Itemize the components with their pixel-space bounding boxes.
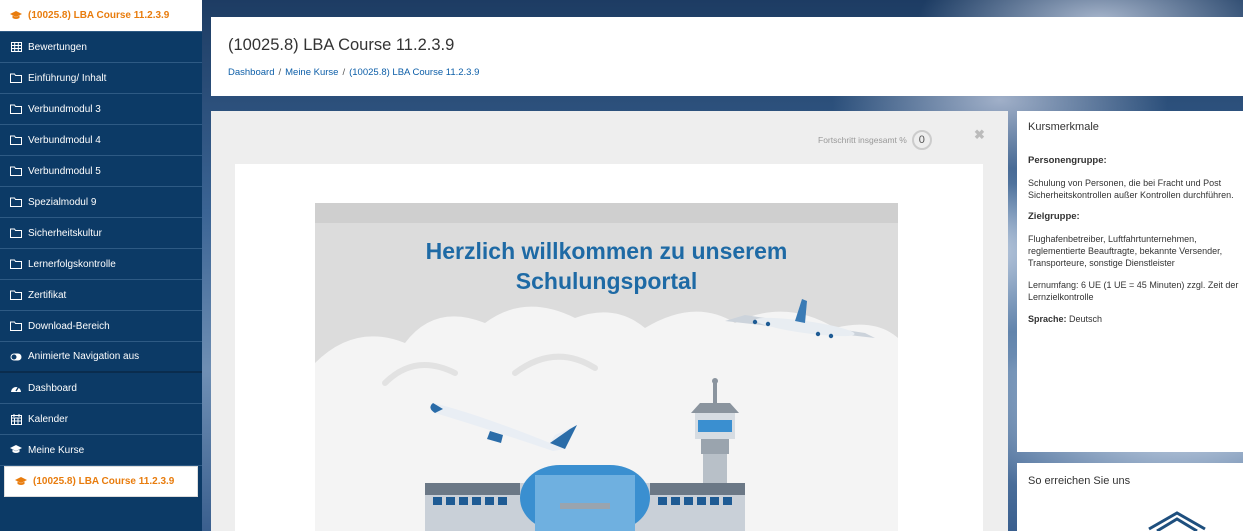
breadcrumb-meine-kurse[interactable]: Meine Kurse xyxy=(285,67,338,78)
welcome-banner: Herzlich willkommen zu unserem Schulungs… xyxy=(315,203,898,531)
folder-icon xyxy=(10,104,22,114)
sidebar-item-verbundmodul-3[interactable]: Verbundmodul 3 xyxy=(0,94,202,125)
panel-title: Kursmerkmale xyxy=(1028,121,1099,133)
sidebar-item-label: Dashboard xyxy=(28,382,77,394)
contact-panel: So erreichen Sie uns xyxy=(1017,463,1243,531)
sidebar-item-label: (10025.8) LBA Course 11.2.3.9 xyxy=(28,10,170,21)
sidebar-item-label: Kalender xyxy=(28,413,69,425)
folder-icon xyxy=(10,197,22,207)
welcome-line-2: Schulungsportal xyxy=(515,268,698,294)
panel-body: Personengruppe: Schulung von Personen, d… xyxy=(1028,155,1242,335)
sidebar-item-verbundmodul-4[interactable]: Verbundmodul 4 xyxy=(0,125,202,156)
welcome-line-1: Herzlich willkommen zu unserem xyxy=(425,238,788,264)
welcome-heading: Herzlich willkommen zu unserem Schulungs… xyxy=(315,236,898,296)
sprache-label: Sprache: xyxy=(1028,314,1067,324)
contact-panel-title: So erreichen Sie uns xyxy=(1028,475,1131,487)
sidebar-item-label: Animierte Navigation aus xyxy=(28,351,140,362)
sidebar-item-bewertungen[interactable]: Bewertungen xyxy=(0,32,202,63)
graduation-cap-icon xyxy=(15,476,27,487)
personengruppe-heading: Personengruppe: xyxy=(1028,155,1107,166)
sidebar-item-label: Zertifikat xyxy=(28,289,67,301)
sidebar-item-download-bereich[interactable]: Download-Bereich xyxy=(0,311,202,342)
toggle-icon xyxy=(10,352,22,362)
sidebar-item-current-course[interactable]: (10025.8) LBA Course 11.2.3.9 xyxy=(0,0,202,32)
sidebar-item-label: Spezialmodul 9 xyxy=(28,196,97,208)
table-icon xyxy=(10,42,22,52)
sprache-row: Sprache: Deutsch xyxy=(1028,313,1242,325)
sidebar-item-meine-kurse[interactable]: Meine Kurse xyxy=(0,435,202,466)
sidebar-item-label: Verbundmodul 5 xyxy=(28,165,101,177)
zielgruppe-text: Flughafenbetreiber, Luftfahrtunternehmen… xyxy=(1028,234,1223,268)
sidebar: (10025.8) LBA Course 11.2.3.9 Bewertunge… xyxy=(0,0,202,531)
kursmerkmale-panel: Kursmerkmale Personengruppe: Schulung vo… xyxy=(1017,111,1243,452)
page-title: (10025.8) LBA Course 11.2.3.9 xyxy=(228,36,455,54)
breadcrumb-dashboard[interactable]: Dashboard xyxy=(228,67,274,78)
dashboard-icon xyxy=(10,383,22,393)
sidebar-item-label: Einführung/ Inhalt xyxy=(28,72,107,84)
close-icon[interactable]: ✖ xyxy=(974,127,985,143)
folder-icon xyxy=(10,135,22,145)
course-card: Herzlich willkommen zu unserem Schulungs… xyxy=(235,164,983,531)
sidebar-item-einfuehrung[interactable]: Einführung/ Inhalt xyxy=(0,63,202,94)
sidebar-item-sicherheitskultur[interactable]: Sicherheitskultur xyxy=(0,218,202,249)
sidebar-item-label: Meine Kurse xyxy=(28,444,85,456)
folder-icon xyxy=(10,228,22,238)
sidebar-item-animierte-navigation[interactable]: Animierte Navigation aus xyxy=(0,342,202,373)
folder-icon xyxy=(10,166,22,176)
progress-circle: 0 xyxy=(911,130,932,150)
graduation-cap-icon xyxy=(10,10,22,21)
sidebar-item-kalender[interactable]: Kalender xyxy=(0,404,202,435)
main-content: Fortschritt insgesamt % 0 ✖ Herzlich wil… xyxy=(211,111,1008,531)
sidebar-item-lernerfolgskontrolle[interactable]: Lernerfolgskontrolle xyxy=(0,249,202,280)
sidebar-item-label: Sicherheitskultur xyxy=(28,227,102,239)
folder-icon xyxy=(10,259,22,269)
progress-label: Fortschritt insgesamt % xyxy=(818,135,907,145)
calendar-icon xyxy=(10,413,22,425)
lernumfang-text: Lernumfang: 6 UE (1 UE = 45 Minuten) zzg… xyxy=(1028,280,1239,302)
breadcrumb-course[interactable]: (10025.8) LBA Course 11.2.3.9 xyxy=(349,67,479,78)
folder-icon xyxy=(10,290,22,300)
sidebar-item-label: Verbundmodul 3 xyxy=(28,103,101,115)
sidebar-item-zertifikat[interactable]: Zertifikat xyxy=(0,280,202,311)
breadcrumb-separator: / xyxy=(342,67,346,78)
sidebar-item-label: Lernerfolgskontrolle xyxy=(28,258,116,270)
sprache-value: Deutsch xyxy=(1069,314,1103,324)
folder-icon xyxy=(10,73,22,83)
sidebar-item-verbundmodul-5[interactable]: Verbundmodul 5 xyxy=(0,156,202,187)
sidebar-item-dashboard[interactable]: Dashboard xyxy=(0,373,202,404)
sidebar-item-course-link[interactable]: (10025.8) LBA Course 11.2.3.9 xyxy=(4,466,198,497)
contact-logo-icon xyxy=(1148,511,1206,531)
page-header: (10025.8) LBA Course 11.2.3.9 Dashboard /… xyxy=(211,17,1243,96)
personengruppe-text: Schulung von Personen, die bei Fracht un… xyxy=(1028,178,1234,200)
sidebar-item-spezialmodul-9[interactable]: Spezialmodul 9 xyxy=(0,187,202,218)
progress-indicator: Fortschritt insgesamt % 0 xyxy=(818,130,932,150)
sidebar-item-label: (10025.8) LBA Course 11.2.3.9 xyxy=(33,476,175,487)
sidebar-item-label: Bewertungen xyxy=(28,41,87,53)
folder-icon xyxy=(10,321,22,331)
sidebar-item-label: Download-Bereich xyxy=(28,320,110,332)
breadcrumb: Dashboard / Meine Kurse / (10025.8) LBA Cour… xyxy=(228,67,479,78)
sidebar-item-label: Verbundmodul 4 xyxy=(28,134,101,146)
breadcrumb-separator: / xyxy=(278,67,282,78)
graduation-cap-icon xyxy=(10,445,22,455)
zielgruppe-heading: Zielgruppe: xyxy=(1028,211,1080,222)
